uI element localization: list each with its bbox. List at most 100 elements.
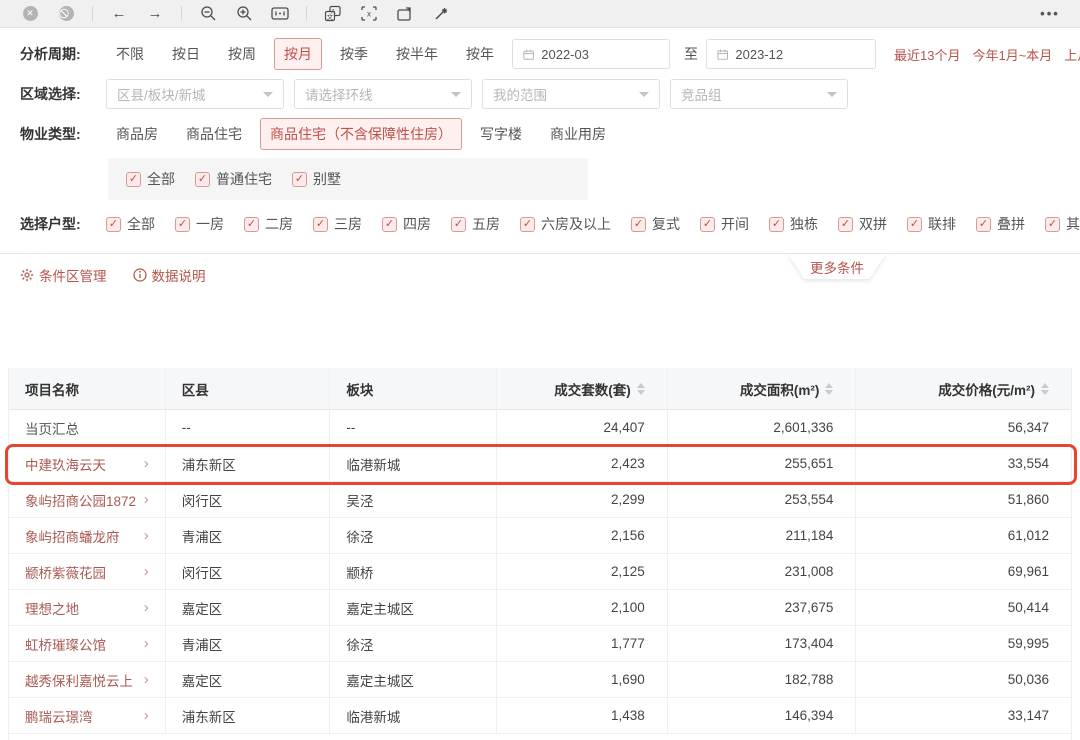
period-option-7[interactable]: 按年 xyxy=(456,38,504,70)
unit-type-checkbox-4[interactable]: ✓三房 xyxy=(313,214,362,234)
project-name-cell[interactable]: 理想之地 › xyxy=(9,590,166,625)
period-option-5[interactable]: 按季 xyxy=(330,38,378,70)
chevron-right-icon[interactable]: › xyxy=(144,707,149,724)
unit-type-checkbox-1[interactable]: ✓全部 xyxy=(106,214,155,234)
forward-icon[interactable]: → xyxy=(137,0,173,28)
period-option-2[interactable]: 按日 xyxy=(162,38,210,70)
chevron-right-icon[interactable]: › xyxy=(144,563,149,580)
checkbox-checked-icon[interactable]: ✓ xyxy=(244,217,259,232)
project-name-cell[interactable]: 鹏瑞云璟湾 › xyxy=(9,698,166,733)
sort-desc-icon[interactable] xyxy=(1041,390,1049,395)
more-icon[interactable]: ••• xyxy=(1032,0,1068,28)
project-name-cell[interactable]: 颛桥紫薇花园 › xyxy=(9,554,166,589)
project-name-link[interactable]: 象屿招商蟠龙府 xyxy=(25,526,120,546)
sort-desc-icon[interactable] xyxy=(637,390,645,395)
checkbox-checked-icon[interactable]: ✓ xyxy=(195,172,210,187)
unit-type-checkbox-8[interactable]: ✓复式 xyxy=(631,214,680,234)
sort-carets-icon[interactable] xyxy=(1041,383,1049,395)
sort-asc-icon[interactable] xyxy=(637,383,645,388)
project-name-link[interactable]: 理想之地 xyxy=(25,598,79,618)
checkbox-checked-icon[interactable]: ✓ xyxy=(700,217,715,232)
close-icon[interactable]: ✕ xyxy=(12,0,48,28)
region-dropdown-4[interactable]: 竞品组 xyxy=(670,79,848,109)
checkbox-checked-icon[interactable]: ✓ xyxy=(106,217,121,232)
checkbox-checked-icon[interactable]: ✓ xyxy=(976,217,991,232)
property-subtype-checkbox-2[interactable]: ✓普通住宅 xyxy=(195,169,272,189)
zoom-out-icon[interactable] xyxy=(190,0,226,28)
quick-range-link-2[interactable]: 今年1月~本月 xyxy=(972,45,1052,64)
checkbox-checked-icon[interactable]: ✓ xyxy=(175,217,190,232)
date-from-input[interactable] xyxy=(541,47,659,62)
unit-type-checkbox-7[interactable]: ✓六房及以上 xyxy=(520,214,611,234)
condition-manage-link[interactable]: 条件区管理 xyxy=(20,265,107,285)
data-description-link[interactable]: 数据说明 xyxy=(133,265,206,285)
checkbox-checked-icon[interactable]: ✓ xyxy=(631,217,646,232)
checkbox-checked-icon[interactable]: ✓ xyxy=(520,217,535,232)
checkbox-checked-icon[interactable]: ✓ xyxy=(382,217,397,232)
more-conditions-tab[interactable]: 更多条件 xyxy=(788,254,886,279)
project-name-link[interactable]: 颛桥紫薇花园 xyxy=(25,562,106,582)
column-header-4[interactable]: 成交套数(套) xyxy=(497,368,668,409)
quick-range-link-3[interactable]: 上月 xyxy=(1064,45,1080,64)
period-option-6[interactable]: 按半年 xyxy=(386,38,448,70)
unit-type-checkbox-14[interactable]: ✓其他 xyxy=(1045,214,1080,234)
translate-icon[interactable]: A文 xyxy=(315,0,351,28)
chevron-right-icon[interactable]: › xyxy=(144,599,149,616)
property-type-option-4[interactable]: 写字楼 xyxy=(470,118,532,150)
sort-asc-icon[interactable] xyxy=(825,383,833,388)
sort-desc-icon[interactable] xyxy=(825,390,833,395)
project-name-cell[interactable]: 象屿招商蟠龙府 › xyxy=(9,518,166,553)
unit-type-checkbox-6[interactable]: ✓五房 xyxy=(451,214,500,234)
property-type-option-3[interactable]: 商品住宅（不含保障性住房） xyxy=(260,118,462,150)
region-dropdown-1[interactable]: 区县/板块/新城 xyxy=(106,79,284,109)
period-option-1[interactable]: 不限 xyxy=(106,38,154,70)
checkbox-checked-icon[interactable]: ✓ xyxy=(292,172,307,187)
checkbox-checked-icon[interactable]: ✓ xyxy=(1045,217,1060,232)
checkbox-checked-icon[interactable]: ✓ xyxy=(769,217,784,232)
unit-type-checkbox-10[interactable]: ✓独栋 xyxy=(769,214,818,234)
reader-mode-icon[interactable] xyxy=(262,0,298,28)
unit-type-checkbox-3[interactable]: ✓二房 xyxy=(244,214,293,234)
select-region-icon[interactable]: x xyxy=(351,0,387,28)
unit-type-checkbox-5[interactable]: ✓四房 xyxy=(382,214,431,234)
property-type-option-1[interactable]: 商品房 xyxy=(106,118,168,150)
chevron-right-icon[interactable]: › xyxy=(144,635,149,652)
zoom-in-icon[interactable] xyxy=(226,0,262,28)
property-type-option-2[interactable]: 商品住宅 xyxy=(176,118,252,150)
unit-type-checkbox-2[interactable]: ✓一房 xyxy=(175,214,224,234)
project-name-link[interactable]: 象屿招商公园1872 xyxy=(25,490,136,510)
sort-asc-icon[interactable] xyxy=(1041,383,1049,388)
region-dropdown-3[interactable]: 我的范围 xyxy=(482,79,660,109)
property-subtype-checkbox-1[interactable]: ✓全部 xyxy=(126,169,175,189)
rotate-window-icon[interactable] xyxy=(387,0,423,28)
checkbox-checked-icon[interactable]: ✓ xyxy=(126,172,141,187)
project-name-link[interactable]: 虹桥璀璨公馆 xyxy=(25,634,106,654)
unit-type-checkbox-11[interactable]: ✓双拼 xyxy=(838,214,887,234)
sort-carets-icon[interactable] xyxy=(825,383,833,395)
project-name-cell[interactable]: 中建玖海云天 › xyxy=(9,446,166,481)
block-icon[interactable]: ⃠ xyxy=(48,0,84,28)
project-name-link[interactable]: 鹏瑞云璟湾 xyxy=(25,706,93,726)
date-to-box[interactable] xyxy=(706,39,876,69)
column-header-5[interactable]: 成交面积(m²) xyxy=(668,368,857,409)
checkbox-checked-icon[interactable]: ✓ xyxy=(451,217,466,232)
date-to-input[interactable] xyxy=(735,47,865,62)
checkbox-checked-icon[interactable]: ✓ xyxy=(838,217,853,232)
unit-type-checkbox-13[interactable]: ✓叠拼 xyxy=(976,214,1025,234)
quick-range-link-1[interactable]: 最近13个月 xyxy=(894,45,960,64)
checkbox-checked-icon[interactable]: ✓ xyxy=(907,217,922,232)
region-dropdown-2[interactable]: 请选择环线 xyxy=(294,79,472,109)
chevron-right-icon[interactable]: › xyxy=(144,527,149,544)
chevron-right-icon[interactable]: › xyxy=(144,491,149,508)
project-name-link[interactable]: 中建玖海云天 xyxy=(25,454,106,474)
magic-wand-icon[interactable] xyxy=(423,0,459,28)
project-name-cell[interactable]: 越秀保利嘉悦云上› xyxy=(9,662,166,697)
checkbox-checked-icon[interactable]: ✓ xyxy=(313,217,328,232)
column-header-6[interactable]: 成交价格(元/m²) xyxy=(856,368,1071,409)
period-option-3[interactable]: 按周 xyxy=(218,38,266,70)
unit-type-checkbox-9[interactable]: ✓开间 xyxy=(700,214,749,234)
project-name-cell[interactable]: 象屿招商公园1872 › xyxy=(9,482,166,517)
back-icon[interactable]: ← xyxy=(101,0,137,28)
period-option-4[interactable]: 按月 xyxy=(274,38,322,70)
chevron-right-icon[interactable]: › xyxy=(144,455,149,472)
